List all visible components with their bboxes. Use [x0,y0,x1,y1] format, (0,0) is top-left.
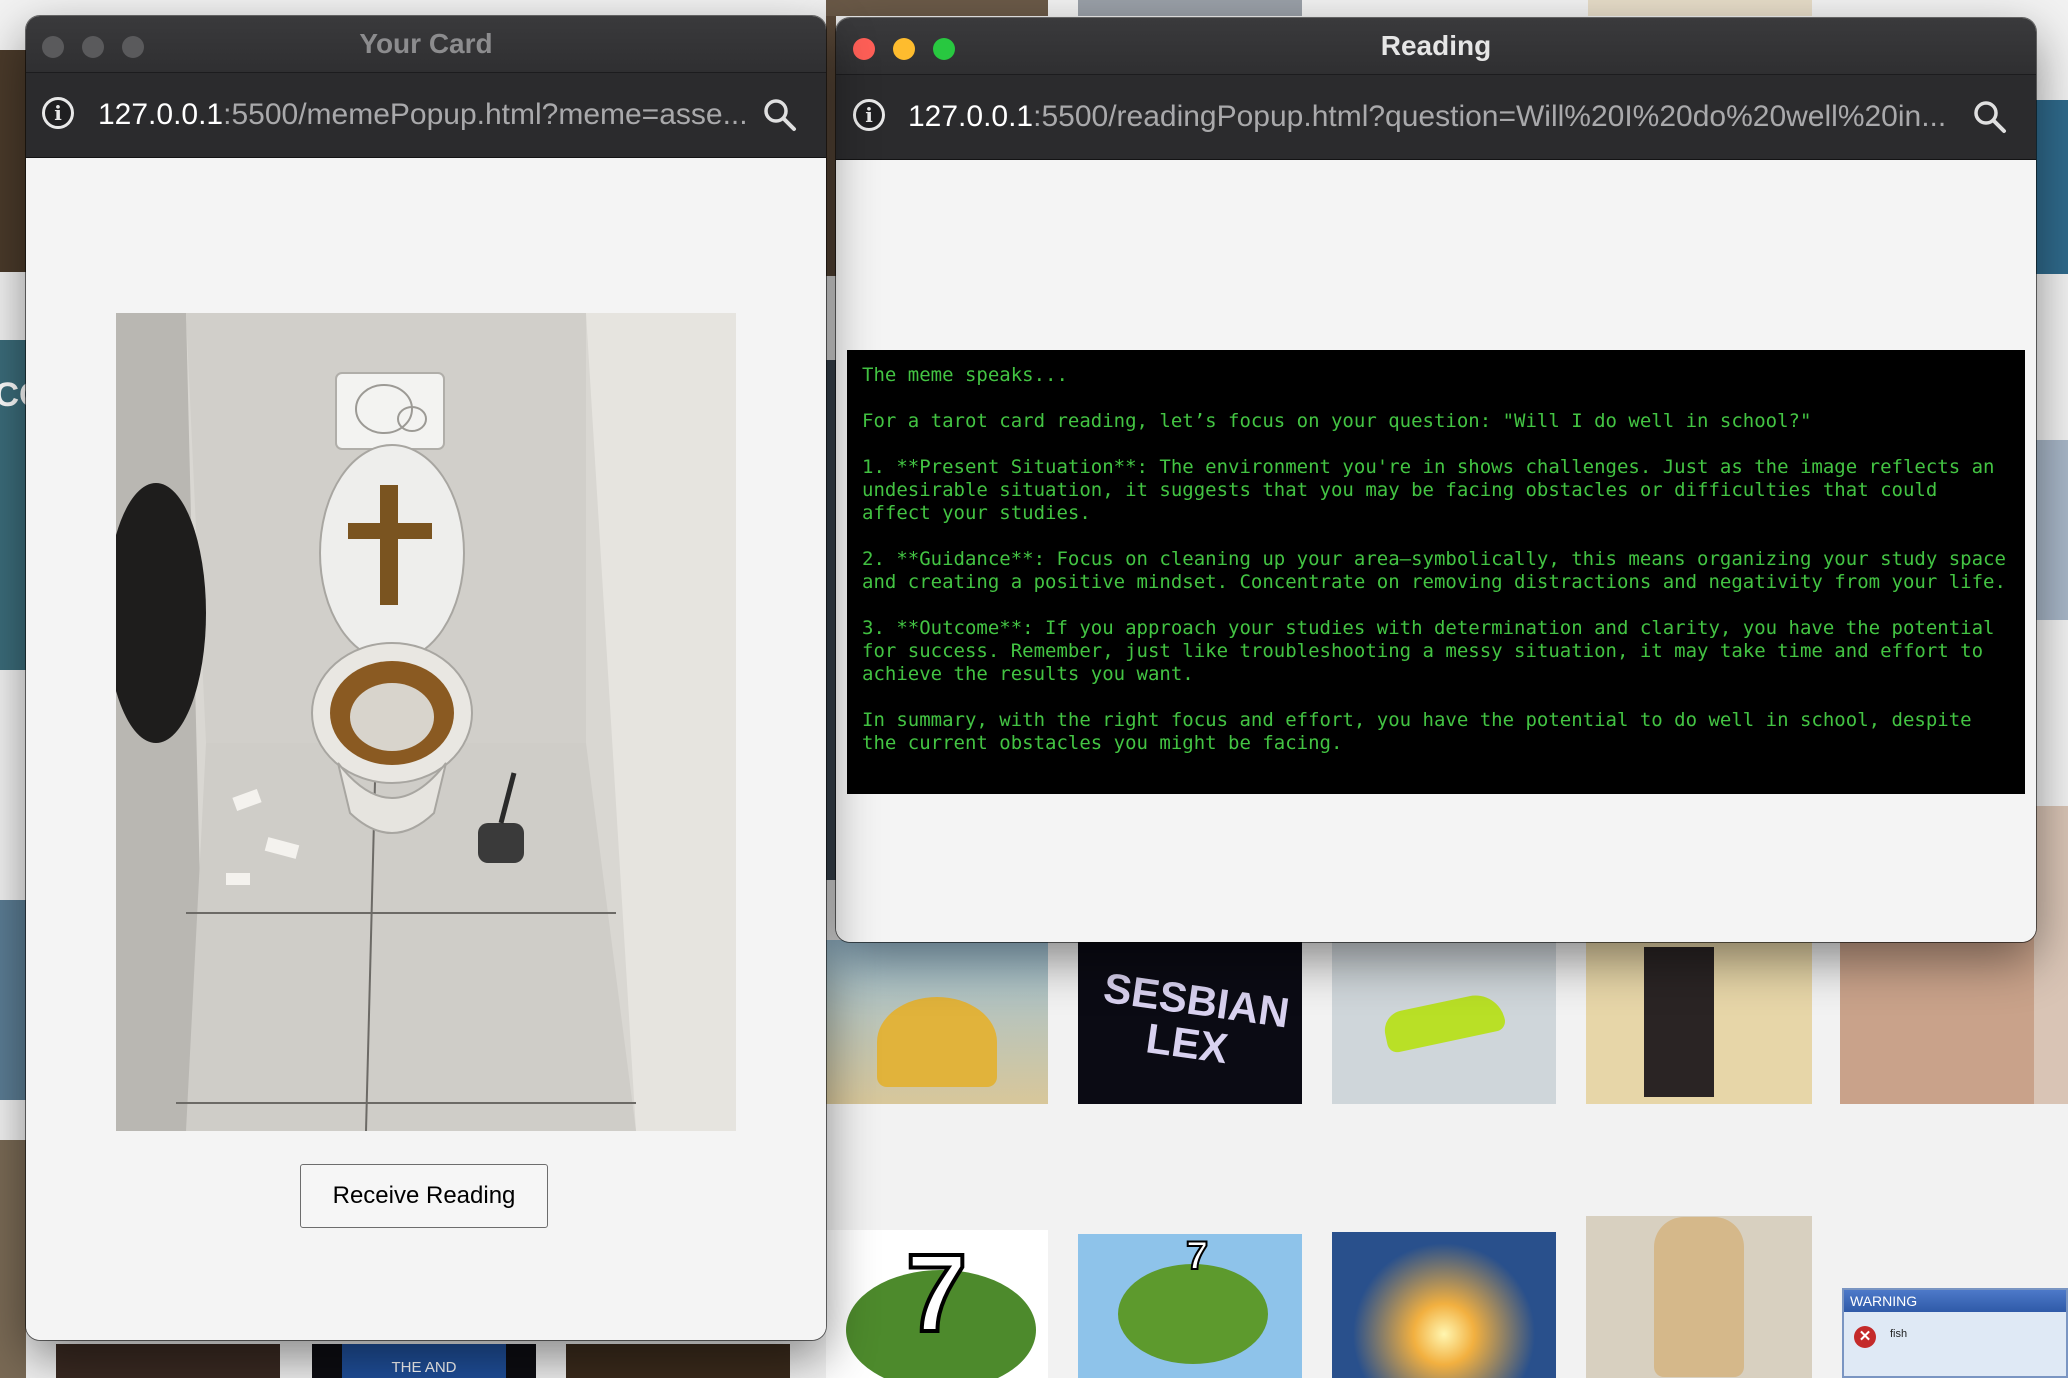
meme-tile-caption: 7 [904,1230,969,1357]
tree-shape [1118,1264,1268,1364]
window-title: Your Card [359,28,493,59]
address-bar[interactable]: i 127.0.0.1:5500/memePopup.html?meme=ass… [26,73,826,158]
meme-tile[interactable] [826,360,836,880]
meme-tile[interactable] [0,50,26,272]
meme-tile[interactable] [56,1344,280,1378]
reading-content: The meme speaks... For a tarot card read… [836,160,2036,942]
warning-dialog-titlebar: WARNING [1844,1290,2066,1312]
reading-window[interactable]: Reading i 127.0.0.1:5500/readingPopup.ht… [836,18,2036,942]
meme-tile[interactable]: 7 [826,1230,1048,1378]
url-host: 127.0.0.1 [908,100,1034,133]
address-bar[interactable]: i 127.0.0.1:5500/readingPopup.html?quest… [836,75,2036,160]
card-window-titlebar[interactable]: Your Card [26,16,826,73]
reading-window-titlebar[interactable]: Reading [836,18,2036,75]
sneaker-shape [1381,989,1507,1055]
meme-tile[interactable]: 7 [1078,1234,1302,1378]
meme-tile[interactable]: CO [0,340,26,670]
url-path: :5500/memePopup.html?meme=asse... [223,98,748,131]
bert-ernie-shape [877,997,997,1087]
meme-tile[interactable] [0,900,26,1100]
meme-tile[interactable] [1586,1216,1812,1378]
warning-dialog-text: fish [1890,1328,1908,1340]
magnifier-icon[interactable] [762,97,798,133]
meme-tile[interactable] [1078,0,1302,16]
meme-tile[interactable] [2034,806,2068,1104]
url-host: 127.0.0.1 [98,98,224,131]
url-text[interactable]: 127.0.0.1:5500/readingPopup.html?questio… [908,75,1948,159]
meme-tile[interactable]: THE AND [312,1344,536,1378]
info-icon[interactable]: i [42,97,74,129]
card-content: Receive Reading [26,158,826,1340]
error-x-icon: ✕ [1854,1326,1876,1348]
meme-tile-panel: THE AND [342,1344,506,1378]
meme-tile[interactable] [826,16,836,276]
meme-tile[interactable]: WARNING ✕ fish [1842,1288,2068,1378]
meme-tile[interactable] [2034,100,2068,274]
reading-text: The meme speaks... For a tarot card read… [847,350,2025,794]
meme-tile-caption: 7 [1185,1234,1209,1279]
meme-tile[interactable] [1332,940,1556,1104]
meme-tile-caption: THE AND [391,1359,457,1376]
figure-shape [1644,947,1714,1097]
warning-dialog-title: WARNING [1850,1293,1918,1309]
meme-tile[interactable] [1332,1232,1556,1378]
url-text[interactable]: 127.0.0.1:5500/memePopup.html?meme=asse.… [98,73,766,157]
receive-reading-button[interactable]: Receive Reading [300,1164,548,1228]
window-title: Reading [1380,30,1492,61]
info-icon[interactable]: i [853,99,885,131]
meme-card-image [116,313,736,1131]
magnifier-icon[interactable] [1972,99,2008,135]
url-path: :5500/readingPopup.html?question=Will%20… [1033,100,1947,133]
meme-tile[interactable] [0,1140,26,1378]
meme-tile[interactable] [1588,0,1812,16]
meme-tile[interactable] [826,0,1048,16]
meme-tile-caption: SESBIAN LEX [1100,963,1293,1073]
meme-tile[interactable] [1586,940,1812,1104]
meme-tile[interactable] [566,1344,790,1378]
meme-tile[interactable] [826,940,1048,1104]
meme-tile-caption: CO [0,375,26,414]
bread-shape [1654,1217,1744,1377]
meme-tile[interactable] [2034,440,2068,620]
card-window[interactable]: Your Card i 127.0.0.1:5500/memePopup.htm… [26,16,826,1340]
meme-tile[interactable]: SESBIAN LEX [1078,940,1302,1104]
